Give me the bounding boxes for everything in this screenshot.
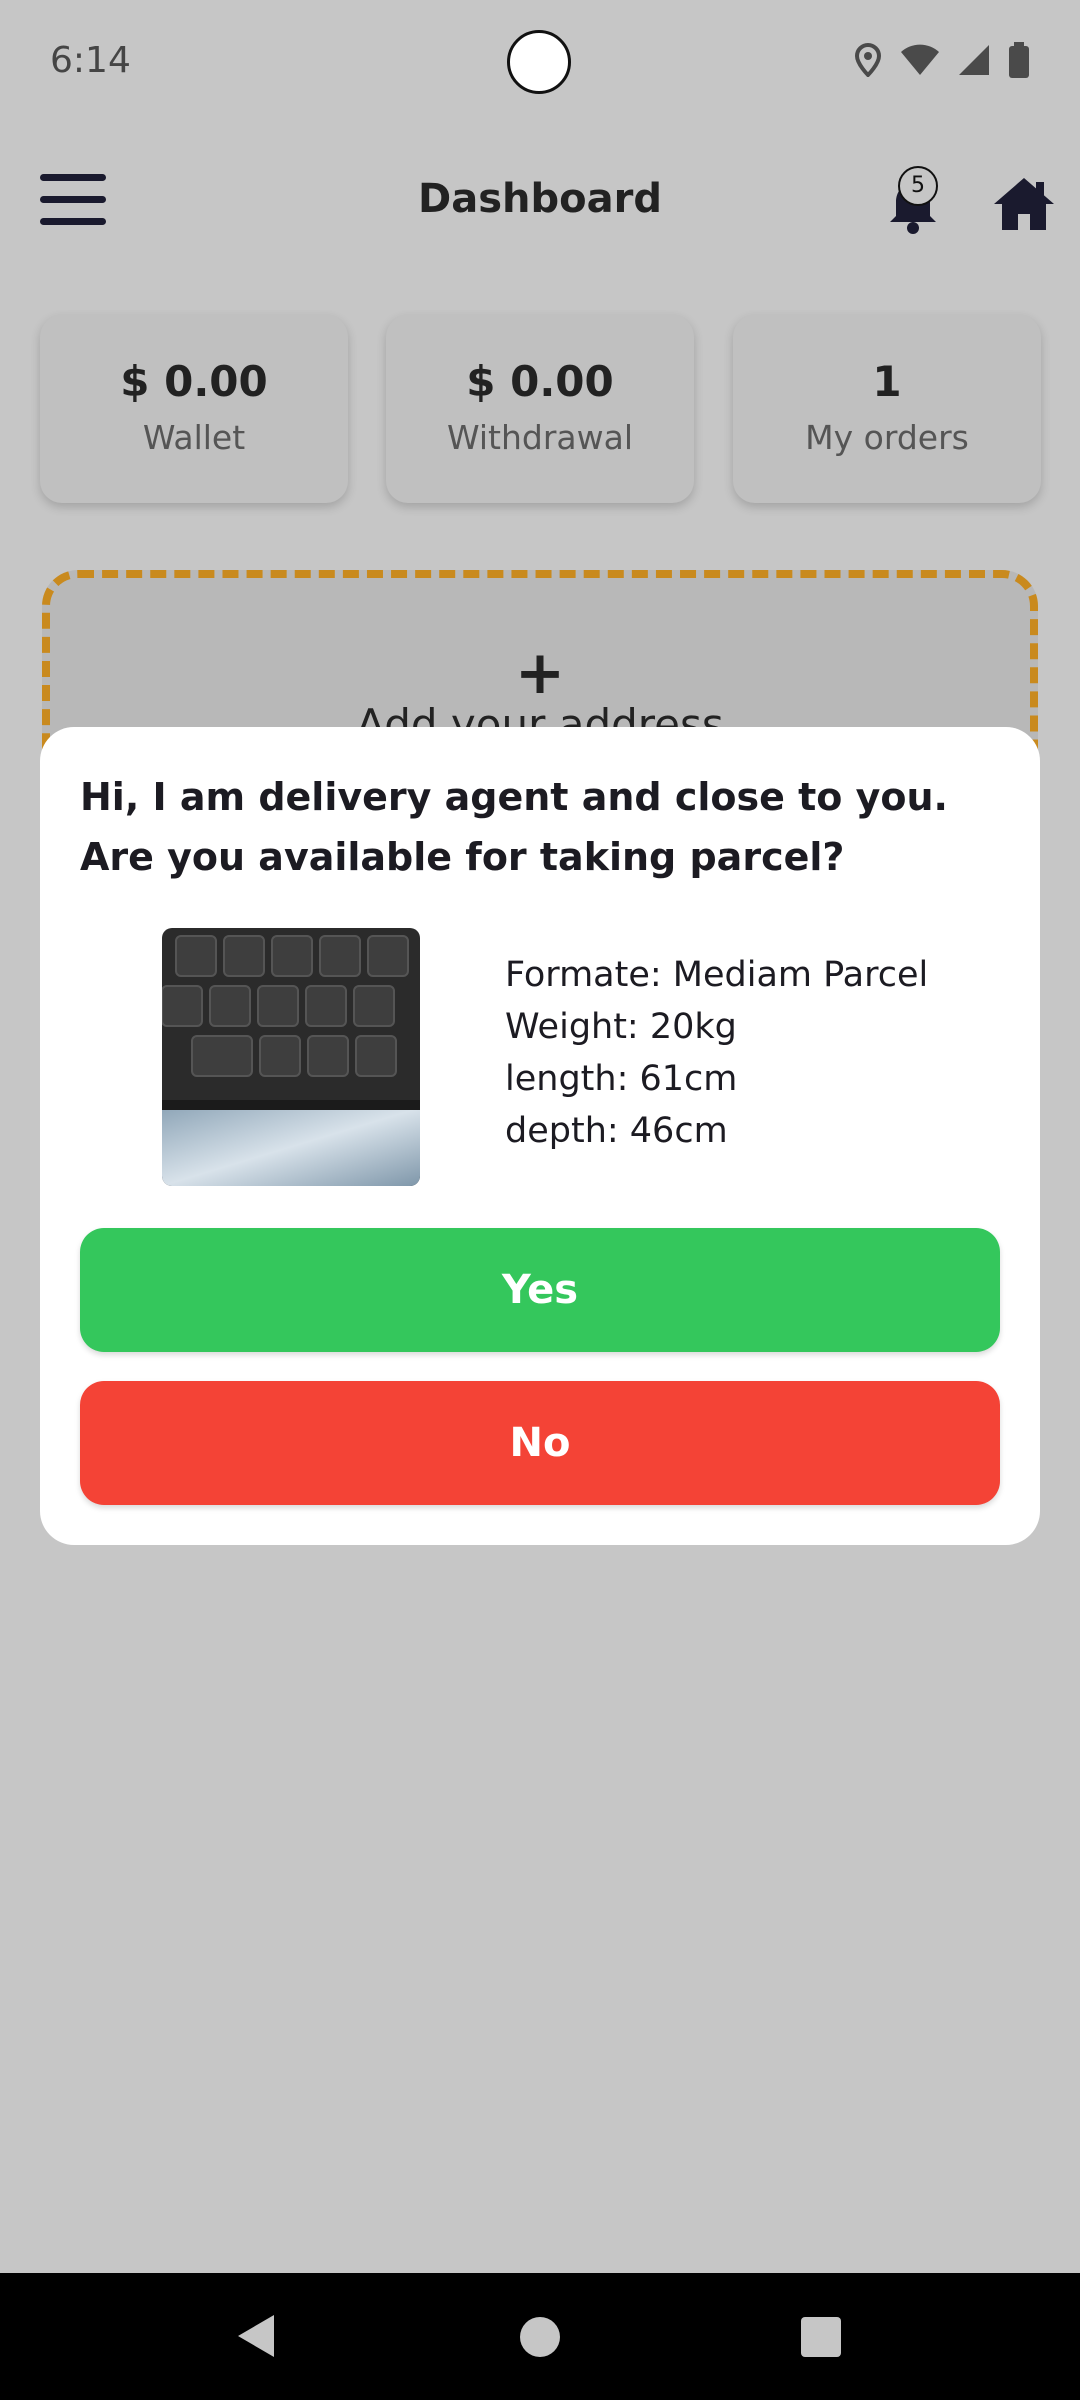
home-nav-icon[interactable]	[520, 2317, 560, 2357]
parcel-details: Formate: Mediam Parcel Weight: 20kg leng…	[505, 949, 928, 1157]
wallet-value: $ 0.00	[120, 357, 268, 406]
recents-icon[interactable]	[801, 2317, 841, 2357]
wallet-card[interactable]: $ 0.00 Wallet	[40, 315, 348, 503]
plus-icon: +	[514, 638, 566, 708]
my-orders-value: 1	[872, 357, 902, 406]
parcel-depth: depth: 46cm	[505, 1111, 728, 1151]
withdrawal-value: $ 0.00	[466, 357, 614, 406]
notification-badge: 5	[898, 166, 938, 206]
status-time: 6:14	[50, 40, 131, 81]
no-button[interactable]: No	[80, 1381, 1000, 1505]
withdrawal-label: Withdrawal	[446, 418, 634, 457]
my-orders-card[interactable]: 1 My orders	[733, 315, 1041, 503]
parcel-length: length: 61cm	[505, 1059, 738, 1099]
yes-button[interactable]: Yes	[80, 1228, 1000, 1352]
cell-signal-icon	[959, 45, 989, 75]
app-bar: Dashboard 5	[0, 150, 1080, 260]
parcel-weight: Weight: 20kg	[505, 1007, 737, 1047]
home-icon[interactable]	[992, 172, 1056, 236]
parcel-photo	[162, 928, 420, 1186]
parcel-request-dialog: Hi, I am delivery agent and close to you…	[40, 727, 1040, 1545]
system-nav-bar	[0, 2273, 1080, 2400]
dialog-message: Hi, I am delivery agent and close to you…	[80, 775, 948, 879]
my-orders-label: My orders	[805, 418, 969, 457]
back-icon[interactable]	[236, 2313, 276, 2359]
wifi-icon	[901, 44, 939, 75]
location-icon	[854, 43, 882, 77]
parcel-format: Formate: Mediam Parcel	[505, 955, 929, 995]
withdrawal-card[interactable]: $ 0.00 Withdrawal	[386, 315, 694, 503]
status-icons	[854, 42, 1030, 78]
battery-icon	[1009, 42, 1029, 78]
status-bar: 6:14	[0, 0, 1080, 130]
wallet-label: Wallet	[142, 418, 246, 457]
camera-cutout	[507, 30, 571, 94]
